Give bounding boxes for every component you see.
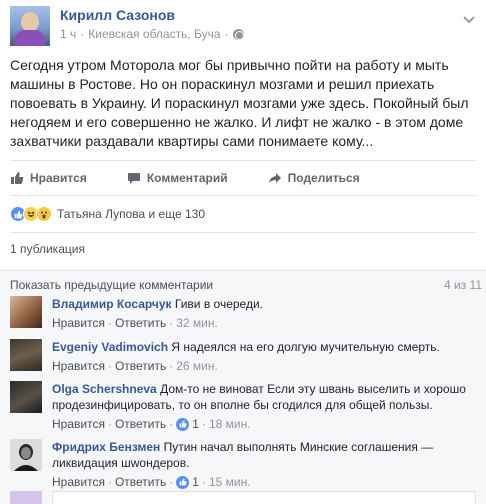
- author-name[interactable]: Кирилл Сазонов: [60, 7, 175, 23]
- shares-row: 1 публикация: [10, 232, 476, 264]
- comments-section: Показать предыдущие комментарии 4 из 11 …: [0, 270, 486, 504]
- comment-author[interactable]: Владимир Косарчук: [52, 297, 172, 311]
- comment-text: Я надеялся на его долгую мучительную сме…: [171, 340, 440, 354]
- comment-author[interactable]: Evgeniy Vadimovich: [52, 340, 168, 354]
- comment-time[interactable]: 15 мин.: [209, 474, 251, 490]
- author-avatar[interactable]: [10, 6, 50, 46]
- thumbs-up-icon: [11, 172, 24, 184]
- post-header: Кирилл Сазонов 1 ч · Киевская область, Б…: [10, 6, 486, 46]
- wow-reaction-icon: [36, 206, 52, 222]
- current-user-avatar: [10, 491, 42, 504]
- globe-icon: [232, 28, 244, 40]
- comment-dot: ·: [107, 316, 112, 330]
- post-meta: 1 ч · Киевская область, Буча ·: [60, 27, 244, 41]
- comment-dot: ·: [201, 417, 206, 431]
- reactions-text[interactable]: Татьяна Лупова и еще 130: [57, 207, 205, 221]
- post-text: Сегодня утром Моторола мог бы привычно п…: [10, 57, 469, 149]
- like-icon: [176, 475, 190, 489]
- comment-avatar[interactable]: [10, 439, 42, 471]
- shares-count-link[interactable]: 1 публикация: [10, 242, 85, 256]
- like-button-label: Нравится: [30, 171, 87, 185]
- comment-reply-link[interactable]: Ответить: [115, 474, 166, 490]
- comment-like-count[interactable]: 1: [176, 416, 199, 432]
- comment-dot: ·: [107, 475, 112, 489]
- comment-input[interactable]: [52, 491, 476, 504]
- comment-dot: ·: [169, 359, 174, 373]
- comment-counter: 4 из 11: [443, 278, 482, 292]
- comment-author[interactable]: Фридрих Бензмен: [52, 440, 160, 454]
- comment-like-count[interactable]: 1: [176, 474, 199, 490]
- like-icon: [176, 417, 190, 431]
- comment-reply-link[interactable]: Ответить: [115, 416, 166, 432]
- meta-separator-2: ·: [224, 27, 229, 41]
- post-location[interactable]: Киевская область, Буча: [88, 27, 220, 41]
- comment-dot: ·: [169, 417, 174, 431]
- share-icon: [268, 173, 281, 183]
- comment-avatar[interactable]: [10, 339, 42, 371]
- comment-dot: ·: [107, 417, 112, 431]
- comment-like-number: 1: [192, 417, 199, 431]
- like-button[interactable]: Нравится: [10, 171, 87, 185]
- comment-actions: Нравится · Ответить · 26 мин.: [52, 358, 478, 374]
- comment-text: Гиви в очереди.: [174, 297, 263, 311]
- comment-like-number: 1: [192, 475, 199, 489]
- comment-dot: ·: [169, 316, 174, 330]
- share-button-label: Поделиться: [287, 171, 360, 185]
- comment-reply-link[interactable]: Ответить: [115, 358, 166, 374]
- comment-author[interactable]: Olga Schershneva: [52, 382, 157, 396]
- comment-dot: ·: [201, 475, 206, 489]
- post-time[interactable]: 1 ч: [60, 27, 76, 41]
- show-previous-comments-link[interactable]: Показать предыдущие комментарии: [10, 278, 213, 292]
- post-actions-bar: Нравится Комментарий Поделиться: [10, 160, 476, 196]
- share-button[interactable]: Поделиться: [268, 171, 360, 185]
- meta-separator: ·: [80, 27, 85, 41]
- reactions-summary[interactable]: Татьяна Лупова и еще 130: [10, 203, 205, 225]
- comment-button-label: Комментарий: [146, 171, 228, 185]
- comment-actions: Нравится · Ответить · 32 мин.: [52, 315, 478, 331]
- comment-time[interactable]: 32 мин.: [176, 315, 218, 331]
- comment-like-link[interactable]: Нравится: [52, 416, 105, 432]
- comment-button[interactable]: Комментарий: [127, 171, 228, 185]
- comment-input-row: [10, 491, 476, 504]
- comment-avatar[interactable]: [10, 381, 42, 413]
- comment-reply-link[interactable]: Ответить: [115, 315, 166, 331]
- comment-like-link[interactable]: Нравится: [52, 358, 105, 374]
- comment-dot: ·: [169, 475, 174, 489]
- comment-actions: Нравится · Ответить · 1 · 18 мин.: [52, 416, 478, 432]
- comment-dot: ·: [107, 359, 112, 373]
- portrait-icon: [10, 439, 42, 471]
- comment-like-link[interactable]: Нравится: [52, 315, 105, 331]
- comment-icon: [127, 173, 140, 184]
- comment-time[interactable]: 26 мин.: [176, 358, 218, 374]
- comment-time[interactable]: 18 мин.: [209, 416, 251, 432]
- comment-avatar[interactable]: [10, 296, 42, 328]
- comment-actions: Нравится · Ответить · 1 · 15 мин.: [52, 474, 478, 490]
- comment-like-link[interactable]: Нравится: [52, 474, 105, 490]
- chevron-down-icon[interactable]: [462, 12, 476, 26]
